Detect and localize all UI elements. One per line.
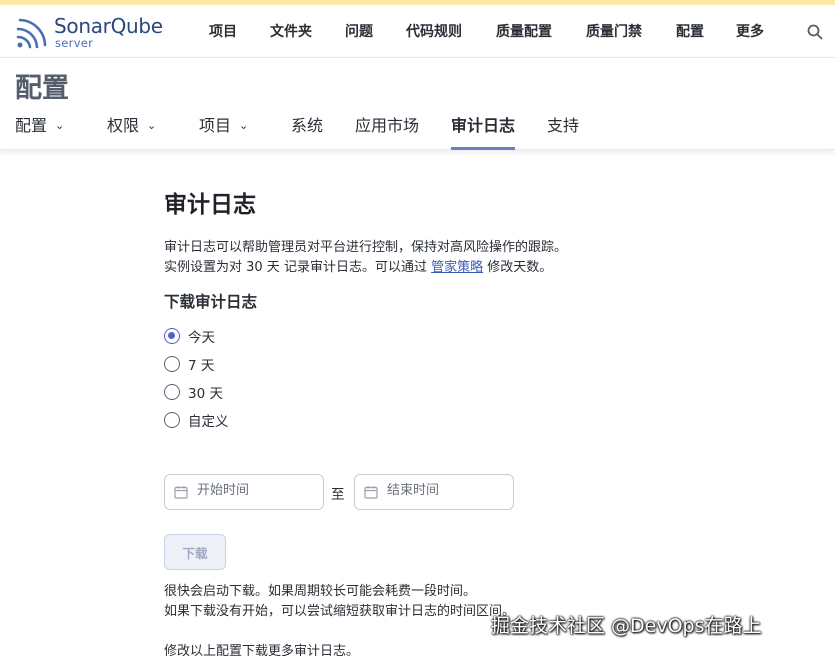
download-note-3: 修改以上配置下载更多审计日志。 [164,644,360,656]
radio-label: 自定义 [188,414,229,430]
nav-more[interactable]: 更多 [736,21,764,41]
tab-configuration[interactable]: 配置 ⌄ [15,112,64,150]
radio-circle[interactable] [164,356,180,372]
sonar-waves-icon [16,18,47,49]
logo-subtitle: server [55,36,94,50]
watermark: 掘金技术社区 @DevOps在路上 [491,615,762,637]
radio-7-days[interactable]: 7 天 [164,354,214,374]
radio-label: 7 天 [188,358,215,374]
nav-issues[interactable]: 问题 [345,21,373,41]
tab-security-label: 权限 [107,116,140,135]
housekeeping-policy-link[interactable]: 管家策略 [431,260,483,275]
nav-administration[interactable]: 配置 [676,21,704,41]
end-date-input[interactable] [387,483,507,498]
radio-label: 30 天 [188,386,223,402]
tab-projects-label: 项目 [199,116,232,135]
chevron-down-icon: ⌄ [239,119,249,132]
tab-configuration-label: 配置 [15,116,48,135]
tab-audit-logs[interactable]: 审计日志 [451,112,516,150]
logo-name: SonarQube [54,14,163,38]
end-date-field[interactable] [354,474,514,510]
page-title: 配置 [15,73,69,104]
section-heading: 审计日志 [164,192,256,218]
chevron-down-icon: ⌄ [147,119,157,132]
tab-marketplace[interactable]: 应用市场 [355,112,419,150]
radio-label: 今天 [188,330,215,346]
admin-header: 配置 配置 ⌄ 权限 ⌄ 项目 ⌄ 系统 应用市场 审计日志 支持 [0,58,835,150]
tab-support[interactable]: 支持 [547,112,579,150]
start-date-input[interactable] [197,483,317,498]
radio-custom[interactable]: 自定义 [164,410,229,430]
date-range-separator: 至 [331,487,345,503]
description-line-2: 实例设置为对 30 天 记录审计日志。可以通过 管家策略 修改天数。 [164,256,552,275]
tab-system-label: 系统 [291,116,324,135]
nav-folders[interactable]: 文件夹 [270,21,312,41]
download-heading: 下载审计日志 [164,293,258,311]
radio-circle[interactable] [164,328,180,344]
calendar-icon [364,486,378,499]
description-line-1: 审计日志可以帮助管理员对平台进行控制，保持对高风险操作的跟踪。 [164,240,568,255]
radio-circle[interactable] [164,384,180,400]
nav-quality-profiles[interactable]: 质量配置 [496,21,552,41]
description-text-pre: 实例设置为对 30 天 记录审计日志。可以通过 [164,260,432,275]
radio-today[interactable]: 今天 [164,326,215,346]
tab-support-label: 支持 [547,116,580,135]
radio-circle[interactable] [164,412,180,428]
download-note-1: 很快会启动下载。如果周期较长可能会耗费一段时间。 [164,584,477,599]
nav-rules[interactable]: 代码规则 [406,21,462,41]
tab-security[interactable]: 权限 ⌄ [107,112,156,150]
description-text-post: 修改天数。 [483,260,553,275]
tab-marketplace-label: 应用市场 [355,116,420,135]
nav-projects[interactable]: 项目 [209,21,237,41]
sonarqube-logo[interactable]: SonarQube server [14,13,174,53]
download-note-2: 如果下载没有开始，可以尝试缩短获取审计日志的时间区间。 [164,604,516,619]
tab-system[interactable]: 系统 [291,112,323,150]
search-icon[interactable] [806,23,824,41]
download-button[interactable]: 下载 [164,534,226,570]
tab-projects[interactable]: 项目 ⌄ [199,112,248,150]
tab-audit-logs-label: 审计日志 [451,116,516,135]
calendar-icon [174,486,188,499]
chevron-down-icon: ⌄ [55,119,65,132]
start-date-field[interactable] [164,474,324,510]
radio-30-days[interactable]: 30 天 [164,382,223,402]
top-navbar: SonarQube server 项目 文件夹 问题 代码规则 质量配置 质量门… [0,5,835,58]
nav-quality-gates[interactable]: 质量门禁 [586,21,642,41]
